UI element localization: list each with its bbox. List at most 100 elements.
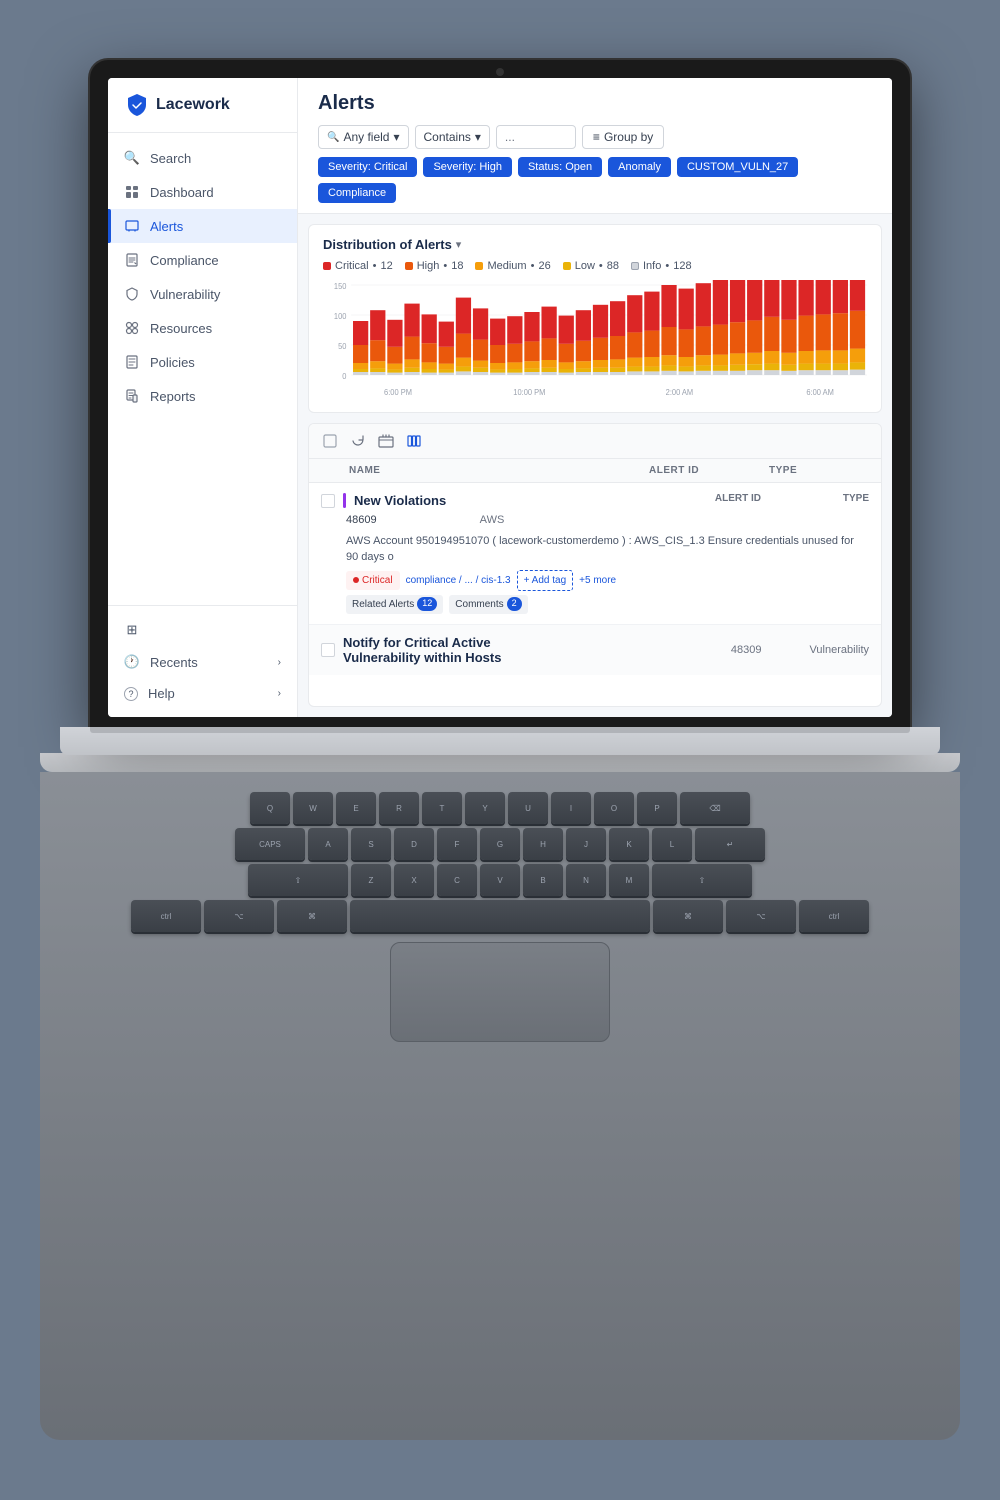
table-toolbar (309, 424, 881, 459)
compliance-link[interactable]: compliance / ... / cis-1.3 (406, 573, 511, 588)
legend-critical: Critical • 12 (323, 260, 393, 272)
key-r[interactable]: R (379, 792, 419, 824)
filter-badge-custom-vuln[interactable]: CUSTOM_VULN_27 (677, 157, 798, 177)
key-v[interactable]: V (480, 864, 520, 896)
table-header: NAME ALERT ID TYPE (309, 459, 881, 483)
alert-1-checkbox[interactable] (321, 494, 335, 508)
chart-title-row: Distribution of Alerts ▾ (323, 237, 867, 252)
key-a[interactable]: A (308, 828, 348, 860)
operator-dropdown-arrow: ▾ (475, 130, 481, 144)
chart-legend: Critical • 12 High • 18 Medium (323, 260, 867, 272)
sidebar-item-policies-label: Policies (150, 355, 195, 370)
key-ctrl-r[interactable]: ctrl (799, 900, 869, 932)
filter-badge-anomaly[interactable]: Anomaly (608, 157, 671, 177)
key-t[interactable]: T (422, 792, 462, 824)
dashboard-icon (124, 184, 140, 200)
key-s[interactable]: S (351, 828, 391, 860)
key-i[interactable]: I (551, 792, 591, 824)
trackpad[interactable] (390, 942, 610, 1042)
key-n[interactable]: N (566, 864, 606, 896)
nav-items: 🔍 Search Dashboard (108, 133, 297, 605)
key-backspace[interactable]: ⌫ (680, 792, 750, 824)
alert-2-checkbox[interactable] (321, 643, 335, 657)
key-caps[interactable]: CAPS (235, 828, 305, 860)
key-f[interactable]: F (437, 828, 477, 860)
key-cmd-r[interactable]: ⌘ (653, 900, 723, 932)
group-by-button[interactable]: ≡ Group by (582, 125, 664, 149)
sidebar-item-vulnerability[interactable]: Vulnerability (108, 277, 297, 311)
alert-2-id: 48309 (731, 644, 762, 656)
key-ctrl[interactable]: ctrl (131, 900, 201, 932)
key-space[interactable] (350, 900, 650, 932)
sidebar-item-help[interactable]: ? Help › (108, 678, 297, 709)
chart-dropdown-icon[interactable]: ▾ (456, 238, 462, 251)
key-q[interactable]: Q (250, 792, 290, 824)
sidebar-item-search[interactable]: 🔍 Search (108, 141, 297, 175)
severity-badge-critical: Critical (346, 571, 400, 590)
add-tag-button[interactable]: + Add tag (517, 570, 574, 591)
sidebar-item-recents[interactable]: 🕐 Recents › (108, 646, 297, 678)
key-l[interactable]: L (652, 828, 692, 860)
key-g[interactable]: G (480, 828, 520, 860)
key-u[interactable]: U (508, 792, 548, 824)
sidebar-item-resources[interactable]: Resources (108, 311, 297, 345)
key-alt-r[interactable]: ⌥ (726, 900, 796, 932)
key-h[interactable]: H (523, 828, 563, 860)
operator-selector[interactable]: Contains ▾ (415, 125, 490, 149)
key-shift-r[interactable]: ⇧ (652, 864, 752, 896)
sidebar-item-policies[interactable]: Policies (108, 345, 297, 379)
key-p[interactable]: P (637, 792, 677, 824)
laptop-screen: Lacework 🔍 Search (108, 78, 892, 717)
columns-button[interactable] (405, 432, 423, 450)
comments-count: 2 (507, 597, 522, 611)
logo-text: Lacework (156, 96, 230, 114)
svg-text:6:00 AM: 6:00 AM (806, 388, 834, 397)
key-z[interactable]: Z (351, 864, 391, 896)
key-y[interactable]: Y (465, 792, 505, 824)
related-alerts-button[interactable]: Related Alerts 12 (346, 595, 443, 614)
key-m[interactable]: M (609, 864, 649, 896)
sidebar-bottom: ⊞ 🕐 Recents › ? Help › (108, 605, 297, 717)
col-header-type: TYPE (769, 465, 869, 476)
filter-row: 🔍 Any field ▾ Contains ▾ ... ≡ (318, 125, 872, 149)
filter-badge-compliance[interactable]: Compliance (318, 183, 396, 203)
key-j[interactable]: J (566, 828, 606, 860)
key-cmd[interactable]: ⌘ (277, 900, 347, 932)
key-enter[interactable]: ↵ (695, 828, 765, 860)
key-alt[interactable]: ⌥ (204, 900, 274, 932)
field-selector[interactable]: 🔍 Any field ▾ (318, 125, 409, 149)
alert-1-type-label: TYPE (809, 493, 869, 504)
comments-button[interactable]: Comments 2 (449, 595, 527, 614)
active-filters: Severity: Critical Severity: High Status… (318, 157, 872, 203)
key-b[interactable]: B (523, 864, 563, 896)
filter-badge-critical[interactable]: Severity: Critical (318, 157, 417, 177)
export-button[interactable] (377, 432, 395, 450)
key-o[interactable]: O (594, 792, 634, 824)
filter-badge-high[interactable]: Severity: High (423, 157, 511, 177)
filter-badge-open[interactable]: Status: Open (518, 157, 602, 177)
svg-text:50: 50 (338, 342, 346, 351)
key-k[interactable]: K (609, 828, 649, 860)
key-e[interactable]: E (336, 792, 376, 824)
sidebar-item-dashboard[interactable]: Dashboard (108, 175, 297, 209)
select-all-checkbox[interactable] (321, 432, 339, 450)
key-d[interactable]: D (394, 828, 434, 860)
sidebar-item-settings[interactable]: ⊞ (108, 614, 297, 646)
key-w[interactable]: W (293, 792, 333, 824)
chart-section: Distribution of Alerts ▾ Critical • 12 (308, 224, 882, 413)
alert-1-tags: Critical compliance / ... / cis-1.3 + Ad… (346, 570, 869, 591)
key-c[interactable]: C (437, 864, 477, 896)
key-shift-l[interactable]: ⇧ (248, 864, 348, 896)
filter-value-input[interactable]: ... (496, 125, 576, 149)
sidebar-item-vulnerability-label: Vulnerability (150, 287, 220, 302)
key-x[interactable]: X (394, 864, 434, 896)
sidebar-item-alerts[interactable]: Alerts (108, 209, 297, 243)
recents-expand-arrow: › (278, 657, 281, 668)
sidebar-item-reports[interactable]: Reports (108, 379, 297, 413)
sidebar-item-compliance[interactable]: Compliance (108, 243, 297, 277)
refresh-button[interactable] (349, 432, 367, 450)
compliance-icon (124, 252, 140, 268)
more-link[interactable]: +5 more (579, 573, 616, 588)
alert-1-account-text: AWS Account 950194951070 ( lacework-cust… (346, 533, 869, 566)
search-filter-icon: 🔍 (327, 132, 339, 143)
